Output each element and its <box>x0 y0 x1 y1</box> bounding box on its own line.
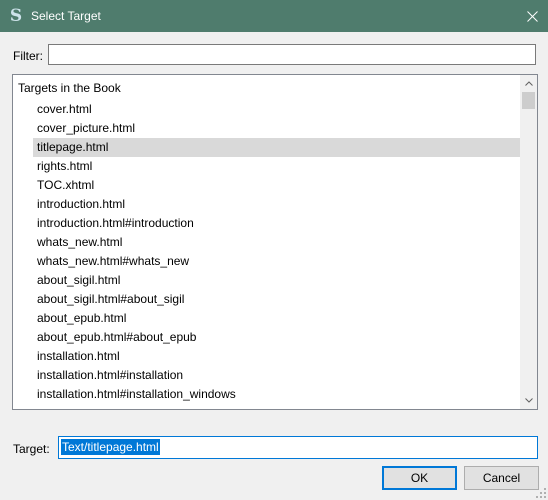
tree-item[interactable]: TOC.xhtml <box>33 176 521 195</box>
close-icon <box>526 10 538 22</box>
tree-item-selected[interactable]: titlepage.html <box>33 138 521 157</box>
title-bar: S Select Target <box>0 0 548 32</box>
targets-tree[interactable]: Targets in the Book cover.html cover_pict… <box>12 74 538 410</box>
tree-item[interactable]: installation.html#installation <box>33 366 521 385</box>
target-value-selected[interactable]: Text/titlepage.html <box>61 439 160 455</box>
scroll-up-button[interactable] <box>520 75 537 92</box>
tree-item[interactable]: introduction.html#introduction <box>33 214 521 233</box>
scroll-thumb[interactable] <box>522 92 535 109</box>
select-target-dialog: S Select Target Filter: Targets in the B… <box>0 0 548 500</box>
tree-item[interactable]: installation.html#installation_windows <box>33 385 521 404</box>
tree-item[interactable]: rights.html <box>33 157 521 176</box>
tree-item[interactable]: about_epub.html <box>33 309 521 328</box>
targets-list: cover.html cover_picture.html titlepage.ht… <box>33 100 521 404</box>
resize-grip-icon[interactable] <box>536 488 546 498</box>
tree-item[interactable]: cover_picture.html <box>33 119 521 138</box>
tree-item[interactable]: cover.html <box>33 100 521 119</box>
chevron-up-icon <box>524 81 533 86</box>
window-title: Select Target <box>31 9 101 23</box>
vertical-scrollbar[interactable] <box>520 75 537 409</box>
sigil-app-icon: S <box>9 6 23 26</box>
ok-button[interactable]: OK <box>382 466 457 490</box>
scroll-down-button[interactable] <box>520 392 537 409</box>
tree-item[interactable]: introduction.html <box>33 195 521 214</box>
tree-header[interactable]: Targets in the Book <box>18 81 121 95</box>
tree-item[interactable]: about_sigil.html <box>33 271 521 290</box>
target-label: Target: <box>13 442 50 456</box>
tree-item[interactable]: whats_new.html <box>33 233 521 252</box>
cancel-button[interactable]: Cancel <box>464 466 539 490</box>
filter-label: Filter: <box>13 49 43 63</box>
tree-item[interactable]: about_epub.html#about_epub <box>33 328 521 347</box>
chevron-down-icon <box>524 398 533 403</box>
close-button[interactable] <box>516 0 548 32</box>
tree-item[interactable]: about_sigil.html#about_sigil <box>33 290 521 309</box>
target-input[interactable]: Text/titlepage.html <box>58 436 538 459</box>
tree-item[interactable]: installation.html <box>33 347 521 366</box>
tree-item[interactable]: whats_new.html#whats_new <box>33 252 521 271</box>
filter-input[interactable] <box>48 44 536 65</box>
